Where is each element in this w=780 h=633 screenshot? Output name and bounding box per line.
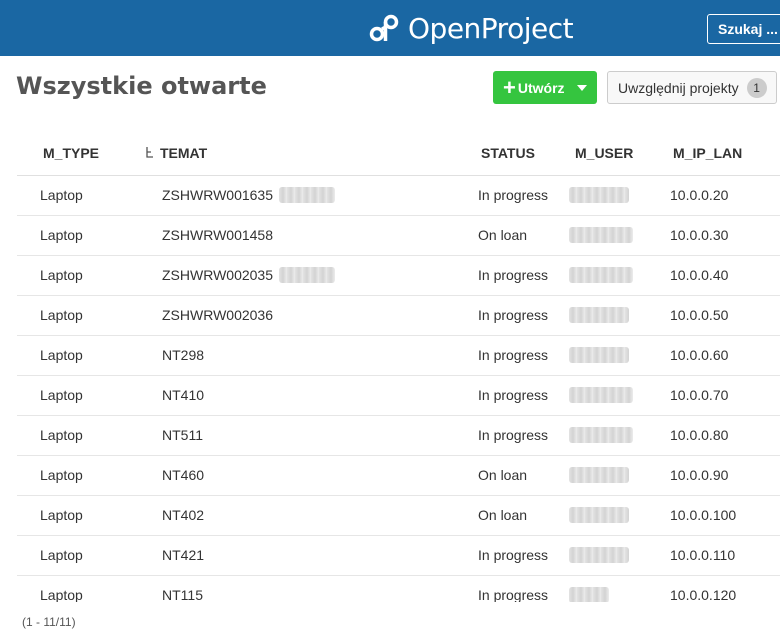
cell-subject[interactable]: NT115 [162,587,203,602]
cell-subject[interactable]: NT402 [162,507,204,523]
column-header-temat[interactable]: TEMAT [160,145,207,161]
cell-type: Laptop [40,427,83,443]
include-projects-button[interactable]: Uwzględnij projekty 1 [607,71,777,104]
cell-ip-lan: 10.0.0.40 [670,267,729,283]
plus-icon: + [503,74,516,100]
cell-ip-lan: 10.0.0.80 [670,427,729,443]
openproject-logo[interactable]: OpenProject [368,10,574,46]
table-row[interactable]: Laptop ZSHWRW002035 In progress 10.0.0.40 [17,256,780,296]
cell-status: In progress [478,587,549,602]
cell-status: On loan [478,467,528,483]
include-projects-label: Uwzględnij projekty [618,79,739,96]
cell-type: Laptop [40,187,83,203]
table-header: M_TYPE TEMAT STATUS M_USER M_IP_LAN [17,135,780,176]
table-row[interactable]: Laptop ZSHWRW001635 In progress 10.0.0.20 [17,176,780,216]
cell-status: In progress [478,427,549,443]
top-header: OpenProject Szukaj ... [0,0,780,56]
column-header-m-type[interactable]: M_TYPE [43,145,99,161]
cell-status: On loan [478,227,528,243]
cell-subject[interactable]: ZSHWRW002035 [162,267,273,283]
redacted-user [569,187,629,203]
cell-subject[interactable]: ZSHWRW001635 [162,187,273,203]
cell-type: Laptop [40,507,83,523]
cell-status: In progress [478,387,549,403]
table-row[interactable]: Laptop NT460 On loan 10.0.0.90 [17,456,780,496]
cell-status: On loan [478,507,528,523]
cell-type: Laptop [40,387,83,403]
table-row[interactable]: Laptop NT115 In progress 10.0.0.120 [17,576,780,602]
redacted-user [569,307,629,323]
table-row[interactable]: Laptop ZSHWRW001458 On loan 10.0.0.30 [17,216,780,256]
cell-subject[interactable]: ZSHWRW002036 [162,307,273,323]
table-row[interactable]: Laptop NT511 In progress 10.0.0.80 [17,416,780,456]
caret-down-icon [577,85,587,91]
cell-type: Laptop [40,547,83,563]
create-button[interactable]: + Utwórz [493,71,597,104]
table-row[interactable]: Laptop NT421 In progress 10.0.0.110 [17,536,780,576]
cell-subject[interactable]: NT511 [162,427,203,443]
redacted-user [569,267,633,283]
cell-subject[interactable]: NT460 [162,467,204,483]
cell-status: In progress [478,267,549,283]
cell-type: Laptop [40,347,83,363]
cell-type: Laptop [40,227,83,243]
redacted-user [569,347,629,363]
redacted-subject-suffix [279,267,335,283]
include-projects-count-badge: 1 [746,77,767,98]
cell-ip-lan: 10.0.0.30 [670,227,729,243]
pagination-count: (1 - 11/11) [22,615,76,629]
column-header-status[interactable]: STATUS [481,145,535,161]
cell-status: In progress [478,307,549,323]
cell-subject[interactable]: NT421 [162,547,204,563]
cell-subject[interactable]: ZSHWRW001458 [162,227,273,243]
cell-ip-lan: 10.0.0.70 [670,387,729,403]
cell-status: In progress [478,187,549,203]
cell-subject[interactable]: NT298 [162,347,204,363]
cell-ip-lan: 10.0.0.60 [670,347,729,363]
create-button-label: Utwórz [517,79,565,96]
table-row[interactable]: Laptop NT298 In progress 10.0.0.60 [17,336,780,376]
table-body: Laptop ZSHWRW001635 In progress 10.0.0.20 La… [0,176,780,602]
redacted-user [569,547,629,563]
cell-type: Laptop [40,267,83,283]
column-header-m-ip-lan[interactable]: M_IP_LAN [673,145,742,161]
page-title: Wszystkie otwarte [16,72,267,100]
redacted-subject-suffix [279,187,335,203]
cell-type: Laptop [40,307,83,323]
redacted-user [569,507,629,523]
cell-type: Laptop [40,587,83,602]
column-header-m-user[interactable]: M_USER [575,145,633,161]
redacted-user [569,467,629,483]
cell-status: In progress [478,347,549,363]
logo-text: OpenProject [408,11,574,45]
cell-type: Laptop [40,467,83,483]
table-row[interactable]: Laptop NT410 In progress 10.0.0.70 [17,376,780,416]
cell-status: In progress [478,547,549,563]
cell-ip-lan: 10.0.0.50 [670,307,729,323]
cell-ip-lan: 10.0.0.20 [670,187,729,203]
openproject-logo-icon [369,14,399,42]
redacted-user [569,587,609,602]
table-row[interactable]: Laptop ZSHWRW002036 In progress 10.0.0.50 [17,296,780,336]
cell-ip-lan: 10.0.0.120 [670,587,737,602]
table-row[interactable]: Laptop NT402 On loan 10.0.0.100 [17,496,780,536]
cell-ip-lan: 10.0.0.90 [670,467,729,483]
redacted-user [569,227,633,243]
cell-ip-lan: 10.0.0.110 [670,547,736,563]
redacted-user [569,387,633,403]
cell-ip-lan: 10.0.0.100 [670,507,737,523]
cell-subject[interactable]: NT410 [162,387,204,403]
search-button[interactable]: Szukaj ... [707,14,780,44]
redacted-user [569,427,633,443]
hierarchy-icon[interactable] [145,146,155,160]
